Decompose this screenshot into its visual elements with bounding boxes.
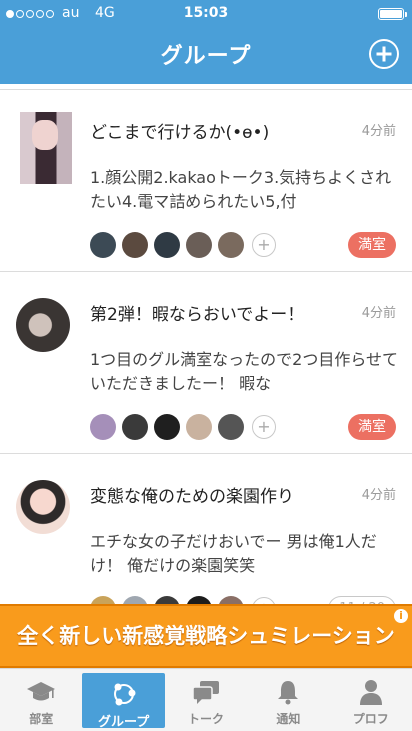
graduation-cap-icon — [27, 682, 56, 701]
group-title: どこまで行けるか(•ө•) — [90, 123, 270, 143]
group-list[interactable]: どこまで行けるか(•ө•) 4分前 1.顔公開2.kakaoトーク3.気持ちよく… — [0, 84, 412, 604]
member-avatar — [186, 414, 212, 440]
ad-banner[interactable]: 全く新しい新感覚戦略シュミレーション i — [0, 604, 412, 668]
tab-talk[interactable]: トーク — [165, 669, 247, 731]
group-card[interactable]: 変態な俺のための楽園作り 4分前 エチな女の子だけおいでー 男は俺1人だけ！ 俺… — [0, 454, 412, 604]
member-avatar — [90, 414, 116, 440]
status-bar: au 4G 15:03 — [0, 4, 412, 24]
member-avatar — [122, 596, 148, 604]
more-members-button[interactable]: + — [252, 415, 276, 439]
bell-icon — [278, 681, 299, 705]
bottom-tab-bar: 部室 グループ トーク 通知 プロフ — [0, 668, 412, 731]
group-title: 変態な俺のための楽園作り — [90, 487, 294, 507]
tab-label: グループ — [97, 715, 150, 730]
status-badge: 満室 — [348, 232, 396, 258]
chat-bubbles-icon — [192, 681, 219, 704]
tab-label: 通知 — [276, 712, 301, 726]
add-group-button[interactable] — [369, 39, 399, 69]
group-card[interactable]: 第2弾！暇ならおいでよー！ 4分前 1つ目のグル満室なったので2つ目作らせていた… — [0, 272, 412, 454]
battery-icon — [378, 8, 407, 20]
member-avatar — [218, 232, 244, 258]
member-avatar — [122, 414, 148, 440]
member-avatar — [218, 596, 244, 604]
member-avatars: + — [90, 596, 276, 604]
member-avatar — [154, 232, 180, 258]
group-avatar — [16, 298, 70, 352]
group-avatar — [16, 480, 70, 534]
tab-label: トーク — [187, 712, 224, 726]
member-avatar — [186, 232, 212, 258]
tab-group[interactable]: グループ — [82, 673, 165, 730]
member-avatars: + — [90, 232, 276, 258]
group-time: 4分前 — [361, 124, 396, 139]
member-count-badge: 11 / 20 — [328, 596, 396, 604]
group-title: 第2弾！暇ならおいでよー！ — [90, 305, 305, 325]
tab-notifications[interactable]: 通知 — [247, 669, 329, 731]
member-avatars: + — [90, 414, 276, 440]
group-avatar — [20, 112, 72, 184]
member-avatar — [90, 596, 116, 604]
more-members-button[interactable]: + — [252, 597, 276, 604]
group-description: 1つ目のグル満室なったので2つ目作らせていただきましたー！ 暇な — [90, 350, 399, 393]
group-description: エチな女の子だけおいでー 男は俺1人だけ！ 俺だけの楽園笑笑 — [90, 532, 377, 575]
member-avatar — [186, 596, 212, 604]
member-avatar — [218, 414, 244, 440]
ad-text: 全く新しい新感覚戦略シュミレーション — [17, 624, 395, 648]
tab-club[interactable]: 部室 — [0, 669, 82, 731]
member-avatar — [154, 596, 180, 604]
status-time: 15:03 — [183, 5, 229, 21]
group-nodes-icon — [113, 683, 136, 706]
member-avatar — [122, 232, 148, 258]
member-avatar — [154, 414, 180, 440]
tab-label: プロフ — [352, 712, 389, 726]
page-title: グループ — [160, 44, 252, 69]
person-icon — [359, 680, 382, 705]
group-card[interactable]: どこまで行けるか(•ө•) 4分前 1.顔公開2.kakaoトーク3.気持ちよく… — [0, 90, 412, 272]
tab-label: 部室 — [29, 712, 54, 726]
group-time: 4分前 — [361, 306, 396, 321]
more-members-button[interactable]: + — [252, 233, 276, 257]
member-avatar — [90, 232, 116, 258]
tab-profile[interactable]: プロフ — [330, 669, 412, 731]
status-badge: 満室 — [348, 414, 396, 440]
group-time: 4分前 — [361, 488, 396, 503]
ad-info-icon[interactable]: i — [394, 609, 408, 623]
group-description: 1.顔公開2.kakaoトーク3.気持ちよくされたい4.電マ詰められたい5,付 — [90, 168, 392, 211]
app-header: au 4G 15:03 グループ — [0, 0, 412, 84]
